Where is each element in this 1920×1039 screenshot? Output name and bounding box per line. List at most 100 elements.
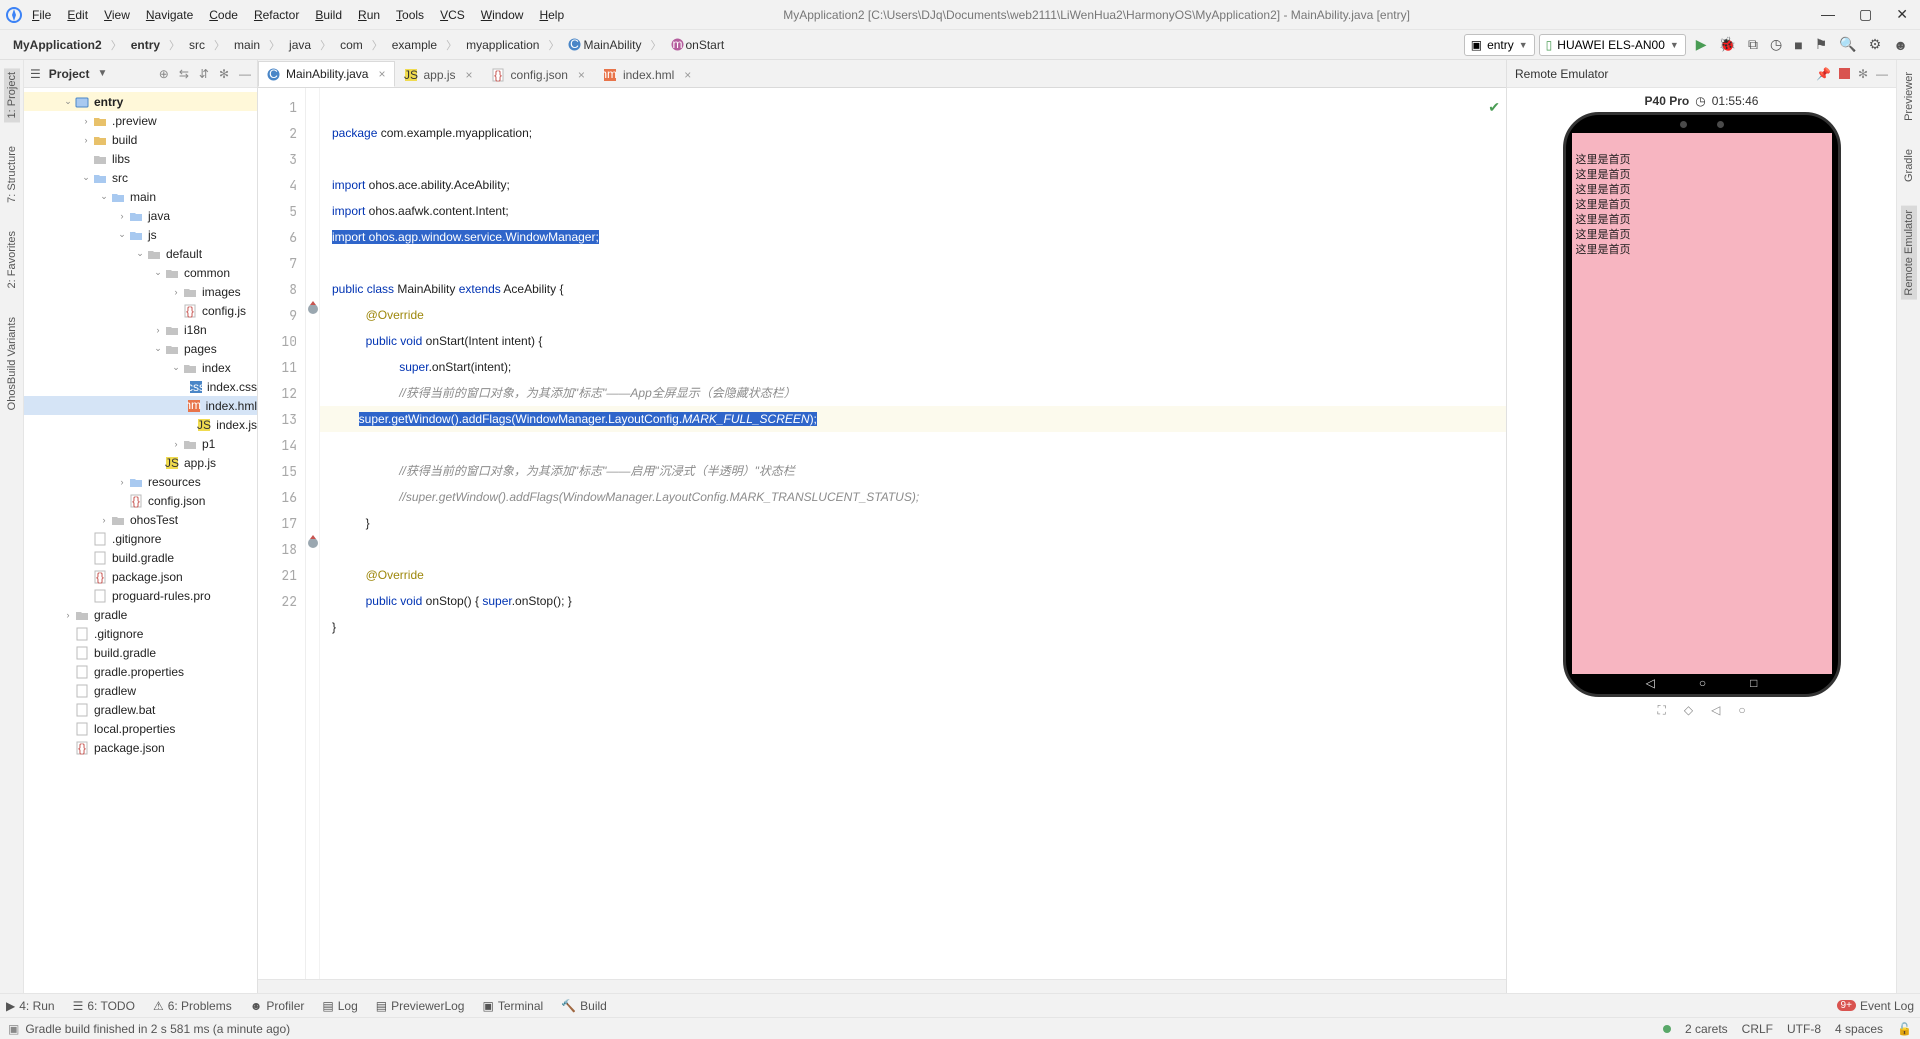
tree-item[interactable]: ⌄index: [24, 358, 257, 377]
bottom-tab-problems[interactable]: ⚠6: Problems: [153, 999, 232, 1013]
tree-item[interactable]: {}config.json: [24, 491, 257, 510]
back-icon[interactable]: ◁: [1711, 703, 1720, 718]
circle-icon[interactable]: ○: [1738, 703, 1745, 718]
menu-navigate[interactable]: Navigate: [146, 8, 193, 22]
editor-tab[interactable]: hmlindex.hml×: [594, 61, 700, 87]
tool-tab-gradle[interactable]: Gradle: [1901, 145, 1917, 186]
device-combo[interactable]: ▯ HUAWEI ELS-AN00 ▼: [1539, 34, 1686, 56]
editor-tab[interactable]: CMainAbility.java×: [258, 61, 395, 87]
tree-item[interactable]: {}config.js: [24, 301, 257, 320]
breadcrumb-item[interactable]: main: [227, 36, 267, 54]
line-gutter[interactable]: 1234567891011121314151617182122: [258, 88, 306, 979]
breadcrumb-item[interactable]: entry: [124, 36, 167, 54]
minimize-button[interactable]: —: [1821, 6, 1835, 23]
editor-tabs[interactable]: CMainAbility.java×JSapp.js×{}config.json…: [258, 60, 1506, 88]
chevron-right-icon[interactable]: ›: [170, 287, 182, 297]
menu-code[interactable]: Code: [209, 8, 238, 22]
tree-item[interactable]: ›java: [24, 206, 257, 225]
rotate-icon[interactable]: ◇: [1684, 703, 1693, 718]
tree-item[interactable]: {}package.json: [24, 738, 257, 757]
home-icon[interactable]: ○: [1699, 676, 1706, 690]
hide-icon[interactable]: —: [239, 67, 251, 81]
recents-icon[interactable]: □: [1750, 676, 1757, 690]
chevron-down-icon[interactable]: ⌄: [152, 343, 164, 354]
menu-refactor[interactable]: Refactor: [254, 8, 299, 22]
gear-icon[interactable]: ✻: [219, 67, 229, 81]
breadcrumb-item[interactable]: example: [385, 36, 444, 54]
expand-icon[interactable]: ⇆: [179, 67, 189, 81]
editor-tab[interactable]: {}config.json×: [482, 61, 594, 87]
profile-button[interactable]: ◷: [1770, 36, 1782, 53]
chevron-down-icon[interactable]: ▼: [97, 68, 107, 79]
tree-item[interactable]: build.gradle: [24, 548, 257, 567]
hide-icon[interactable]: —: [1876, 67, 1888, 81]
chevron-right-icon[interactable]: ›: [116, 477, 128, 487]
breadcrumb-item[interactable]: MyApplication2: [6, 36, 109, 54]
override-icon[interactable]: [308, 538, 318, 548]
bottom-tab-profiler[interactable]: ☻Profiler: [250, 999, 305, 1013]
gear-icon[interactable]: ✻: [1858, 67, 1868, 81]
bottom-tab-build[interactable]: 🔨Build: [561, 999, 607, 1013]
tree-item[interactable]: ›resources: [24, 472, 257, 491]
menu-window[interactable]: Window: [481, 8, 524, 22]
tree-item[interactable]: gradle.properties: [24, 662, 257, 681]
close-button[interactable]: ✕: [1896, 6, 1908, 23]
tree-item[interactable]: build.gradle: [24, 643, 257, 662]
maximize-button[interactable]: ▢: [1859, 6, 1872, 23]
event-log-tab[interactable]: 9+Event Log: [1837, 999, 1914, 1013]
close-icon[interactable]: ×: [684, 68, 691, 82]
phone-navbar[interactable]: ◁ ○ □: [1566, 675, 1838, 691]
pin-icon[interactable]: 📌: [1816, 67, 1831, 81]
tree-item[interactable]: JSapp.js: [24, 453, 257, 472]
tree-item[interactable]: .gitignore: [24, 624, 257, 643]
chevron-down-icon[interactable]: ⌄: [134, 248, 146, 259]
back-icon[interactable]: ◁: [1646, 676, 1655, 690]
chevron-down-icon[interactable]: ⌄: [98, 191, 110, 202]
tree-item[interactable]: proguard-rules.pro: [24, 586, 257, 605]
menu-tools[interactable]: Tools: [396, 8, 424, 22]
status-item[interactable]: 2 carets: [1685, 1022, 1728, 1036]
project-tree[interactable]: ⌄entry›.preview›buildlibs⌄src⌄main›java⌄…: [24, 88, 257, 993]
breadcrumb-item[interactable]: com: [333, 36, 370, 54]
search-button[interactable]: 🔍: [1839, 36, 1856, 53]
tree-item[interactable]: libs: [24, 149, 257, 168]
tree-item[interactable]: ⌄main: [24, 187, 257, 206]
menu-file[interactable]: File: [32, 8, 51, 22]
tool-tab-remote-emulator[interactable]: Remote Emulator: [1901, 206, 1917, 300]
settings-button[interactable]: ⚙: [1869, 36, 1882, 53]
tree-item[interactable]: ›.preview: [24, 111, 257, 130]
breadcrumb-item[interactable]: CMainAbility: [561, 36, 648, 54]
horizontal-scrollbar[interactable]: [258, 979, 1506, 993]
avatar-icon[interactable]: ☻: [1893, 37, 1908, 53]
bottom-tab-todo[interactable]: ☰6: TODO: [73, 999, 135, 1013]
chevron-down-icon[interactable]: ⌄: [62, 96, 74, 107]
tree-item[interactable]: gradlew.bat: [24, 700, 257, 719]
run-button[interactable]: ▶: [1696, 36, 1707, 53]
stop-icon[interactable]: [1839, 68, 1850, 79]
menu-view[interactable]: View: [104, 8, 130, 22]
close-icon[interactable]: ×: [466, 68, 473, 82]
editor-tab[interactable]: JSapp.js×: [395, 61, 482, 87]
breadcrumb[interactable]: MyApplication2〉entry〉src〉main〉java〉com〉e…: [6, 36, 731, 54]
tree-item[interactable]: local.properties: [24, 719, 257, 738]
coverage-button[interactable]: ⧉: [1748, 36, 1758, 53]
tree-item[interactable]: ⌄src: [24, 168, 257, 187]
chevron-right-icon[interactable]: ›: [152, 325, 164, 335]
chevron-down-icon[interactable]: ⌄: [80, 172, 92, 183]
bottom-tab-terminal[interactable]: ▣Terminal: [482, 999, 543, 1013]
tree-item[interactable]: JSindex.js: [24, 415, 257, 434]
breadcrumb-item[interactable]: monStart: [664, 36, 732, 54]
close-icon[interactable]: ×: [378, 67, 385, 81]
tree-item[interactable]: ›ohosTest: [24, 510, 257, 529]
menu-build[interactable]: Build: [315, 8, 342, 22]
tree-item[interactable]: ›gradle: [24, 605, 257, 624]
code-area[interactable]: ✔package com.example.myapplication; impo…: [320, 88, 1506, 979]
tree-item[interactable]: ›i18n: [24, 320, 257, 339]
override-icon[interactable]: [308, 304, 318, 314]
chevron-right-icon[interactable]: ›: [98, 515, 110, 525]
chevron-right-icon[interactable]: ›: [116, 211, 128, 221]
breadcrumb-item[interactable]: java: [282, 36, 318, 54]
chevron-right-icon[interactable]: ›: [80, 135, 92, 145]
tree-item[interactable]: {}package.json: [24, 567, 257, 586]
locate-icon[interactable]: ⊕: [159, 67, 169, 81]
